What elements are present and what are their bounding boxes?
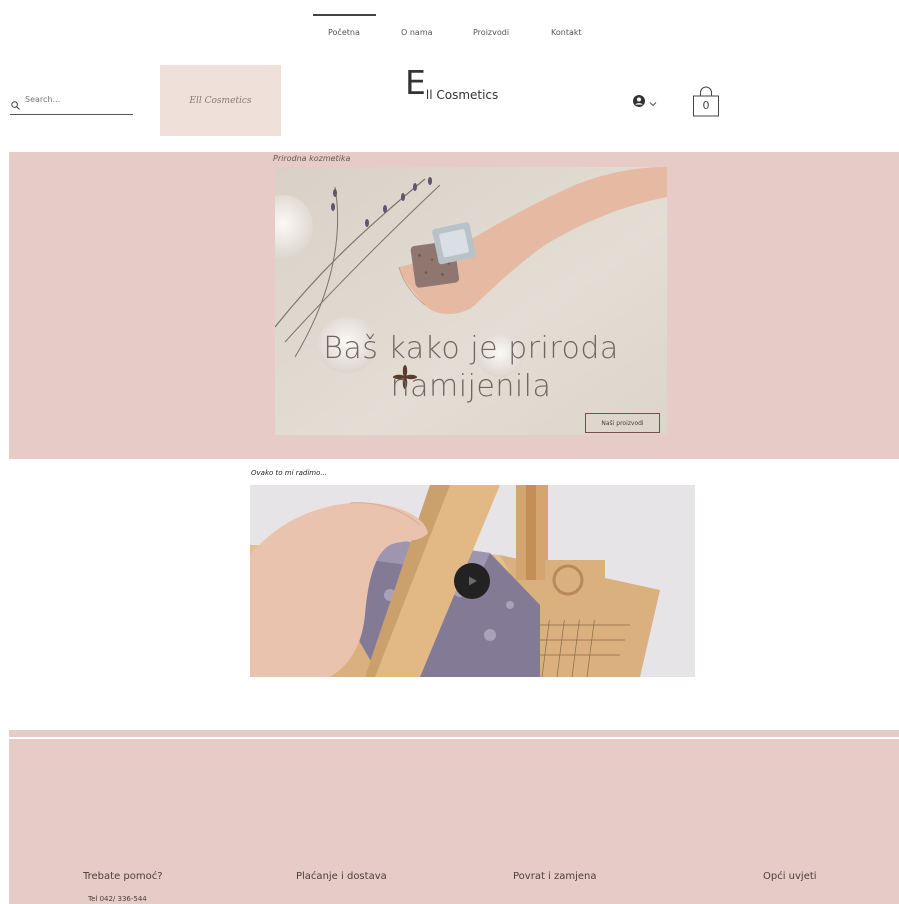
account-menu[interactable] [633, 94, 663, 108]
site-title[interactable]: Ell Cosmetics [405, 63, 499, 102]
nav-item-o-nama[interactable]: O nama [401, 28, 433, 37]
logo[interactable]: Ell Cosmetics [160, 65, 281, 136]
account-icon [633, 92, 645, 111]
play-icon [469, 576, 477, 586]
nasi-proizvodi-button[interactable]: Naši proizvodi [585, 413, 660, 433]
chevron-down-icon [649, 92, 657, 111]
footer-link-returns[interactable]: Povrat i zamjena [513, 871, 597, 882]
active-nav-indicator [313, 14, 376, 16]
hero-heading: Baš kako je priroda namijenila [323, 331, 619, 404]
nav-item-proizvodi[interactable]: Proizvodi [473, 28, 509, 37]
hero-caption: Prirodna kozmetika [273, 154, 351, 163]
search-input[interactable] [25, 92, 130, 106]
play-button[interactable] [454, 563, 490, 599]
logo-text: Ell Cosmetics [189, 95, 252, 106]
search-underline [10, 114, 133, 115]
site-title-rest: ll Cosmetics [425, 88, 499, 102]
footer-help-title[interactable]: Trebate pomoć? [83, 871, 163, 882]
site-title-initial: E [405, 63, 426, 102]
cart-button[interactable]: 0 [691, 84, 721, 118]
nav-item-kontakt[interactable]: Kontakt [551, 28, 582, 37]
footer-divider [9, 730, 899, 737]
nav-item-pocetna[interactable]: Početna [328, 28, 360, 37]
footer-link-payment[interactable]: Plaćanje i dostava [296, 871, 387, 882]
footer-link-terms[interactable]: Opći uvjeti [763, 871, 817, 882]
video-caption: Ovako to mi radimo... [251, 469, 328, 477]
footer-phone: Tel 042/ 336-544 [88, 895, 147, 903]
cart-count: 0 [702, 99, 710, 112]
search-icon[interactable] [11, 95, 20, 110]
